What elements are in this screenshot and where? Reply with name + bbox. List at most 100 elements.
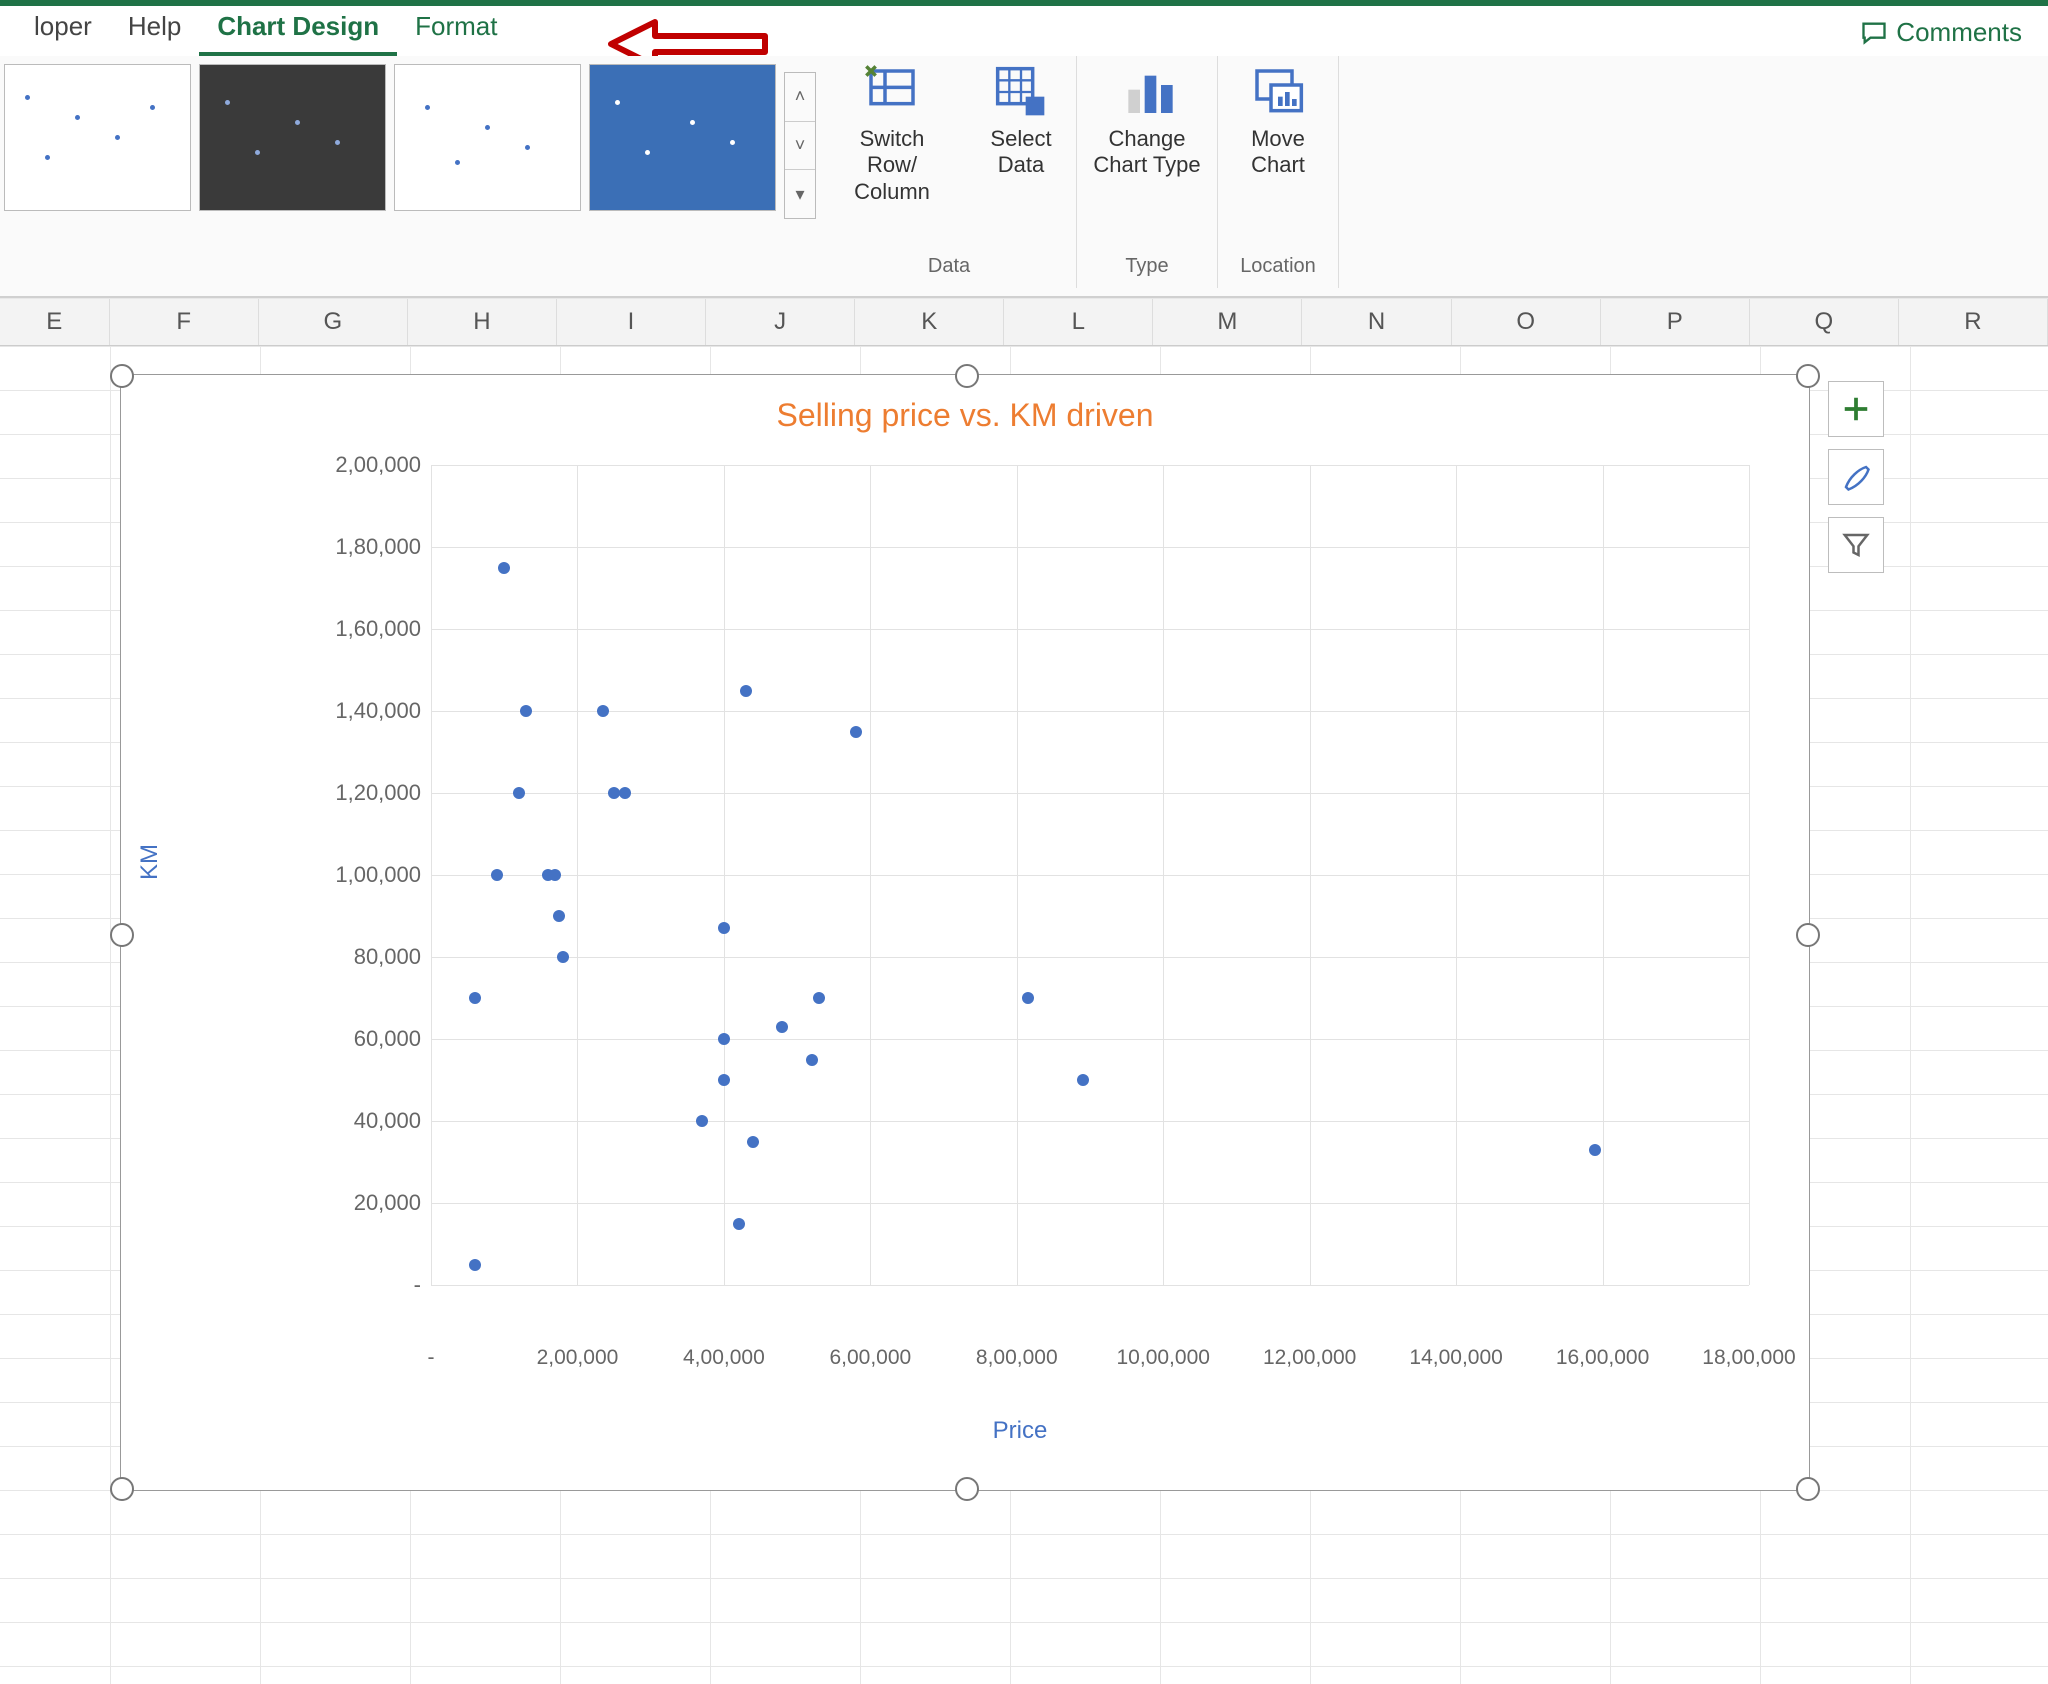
gallery-up-icon[interactable]: ˄ <box>785 73 815 122</box>
group-label-data: Data <box>928 255 970 284</box>
chart-elements-button[interactable] <box>1828 381 1884 437</box>
data-point[interactable] <box>553 910 565 922</box>
data-point[interactable] <box>619 787 631 799</box>
data-point[interactable] <box>498 562 510 574</box>
plot-area[interactable]: KM Price -20,00040,00060,00080,0001,00,0… <box>291 465 1749 1330</box>
chart-title[interactable]: Selling price vs. KM driven <box>121 397 1809 434</box>
group-label-location: Location <box>1240 255 1316 284</box>
ribbon-group-data: Switch Row/ Column Select Data Data <box>822 56 1077 288</box>
x-tick-label: 18,00,000 <box>1669 1346 1829 1370</box>
data-point[interactable] <box>1077 1074 1089 1086</box>
column-header[interactable]: E <box>0 299 110 345</box>
data-point[interactable] <box>491 869 503 881</box>
resize-handle[interactable] <box>110 923 134 947</box>
column-header[interactable]: J <box>706 299 855 345</box>
chart-object[interactable]: Selling price vs. KM driven KM Price - 20… <box>120 374 1810 1491</box>
x-tick-label: 2,00,000 <box>497 1346 657 1370</box>
x-tick-label: 12,00,000 <box>1230 1346 1390 1370</box>
x-tick-label: 14,00,000 <box>1376 1346 1536 1370</box>
ribbon-group-type: Change Chart Type Type <box>1077 56 1218 288</box>
data-point[interactable] <box>806 1054 818 1066</box>
y-tick-label: 20,000 <box>291 1190 421 1216</box>
column-header[interactable]: R <box>1899 299 2048 345</box>
x-tick-label: 8,00,000 <box>937 1346 1097 1370</box>
data-point[interactable] <box>1589 1144 1601 1156</box>
chart-style-thumb-3[interactable] <box>394 64 581 211</box>
ribbon-tabs: loper Help Chart Design Format Comments <box>0 6 2048 56</box>
data-point[interactable] <box>513 787 525 799</box>
data-point[interactable] <box>776 1021 788 1033</box>
data-point[interactable] <box>520 705 532 717</box>
resize-handle[interactable] <box>1796 923 1820 947</box>
resize-handle[interactable] <box>955 1477 979 1501</box>
y-tick-label: 1,60,000 <box>291 616 421 642</box>
data-point[interactable] <box>549 869 561 881</box>
data-point[interactable] <box>469 992 481 1004</box>
y-tick-label: 1,20,000 <box>291 780 421 806</box>
move-chart-button[interactable]: Move Chart <box>1228 64 1328 179</box>
data-point[interactable] <box>718 922 730 934</box>
column-header[interactable]: G <box>259 299 408 345</box>
change-chart-type-icon <box>1119 64 1175 120</box>
resize-handle[interactable] <box>110 364 134 388</box>
gallery-down-icon[interactable]: ˅ <box>785 122 815 171</box>
group-label-type: Type <box>1125 255 1168 284</box>
resize-handle[interactable] <box>110 1477 134 1501</box>
comments-button[interactable]: Comments <box>1850 9 2032 56</box>
column-header[interactable]: K <box>855 299 1004 345</box>
data-point[interactable] <box>718 1074 730 1086</box>
chart-style-thumb-4[interactable] <box>589 64 776 211</box>
chart-styles-gallery[interactable]: ˄ ˅ ▾ <box>4 56 822 262</box>
gallery-scroll[interactable]: ˄ ˅ ▾ <box>784 72 816 219</box>
column-header[interactable]: M <box>1153 299 1302 345</box>
y-tick-label: 80,000 <box>291 944 421 970</box>
column-header[interactable]: H <box>408 299 557 345</box>
data-point[interactable] <box>740 685 752 697</box>
chart-filter-button[interactable] <box>1828 517 1884 573</box>
gallery-more-icon[interactable]: ▾ <box>785 170 815 218</box>
data-point[interactable] <box>696 1115 708 1127</box>
y-tick-label: - <box>291 1272 421 1298</box>
y-tick-label: 40,000 <box>291 1108 421 1134</box>
resize-handle[interactable] <box>955 364 979 388</box>
select-data-button[interactable]: Select Data <box>976 64 1066 179</box>
data-point[interactable] <box>557 951 569 963</box>
resize-handle[interactable] <box>1796 1477 1820 1501</box>
column-header[interactable]: F <box>110 299 259 345</box>
chart-style-thumb-1[interactable] <box>4 64 191 211</box>
data-point[interactable] <box>747 1136 759 1148</box>
column-header[interactable]: O <box>1452 299 1601 345</box>
resize-handle[interactable] <box>1796 364 1820 388</box>
ribbon-group-location: Move Chart Location <box>1218 56 1339 288</box>
column-header[interactable]: N <box>1302 299 1451 345</box>
funnel-icon <box>1841 530 1871 560</box>
x-axis-label[interactable]: Price <box>291 1417 1749 1445</box>
tab-format[interactable]: Format <box>397 3 515 56</box>
column-header[interactable]: Q <box>1750 299 1899 345</box>
data-point[interactable] <box>469 1259 481 1271</box>
chart-style-thumb-2[interactable] <box>199 64 386 211</box>
data-point[interactable] <box>733 1218 745 1230</box>
x-tick-label: 6,00,000 <box>790 1346 950 1370</box>
worksheet-grid[interactable]: Selling price vs. KM driven KM Price - 20… <box>0 346 2048 1684</box>
tab-chart-design[interactable]: Chart Design <box>199 3 397 56</box>
data-point[interactable] <box>718 1033 730 1045</box>
comment-icon <box>1860 19 1888 47</box>
data-point[interactable] <box>597 705 609 717</box>
change-chart-type-button[interactable]: Change Chart Type <box>1087 64 1207 179</box>
brush-icon <box>1841 462 1871 492</box>
y-tick-label: 60,000 <box>291 1026 421 1052</box>
data-point[interactable] <box>813 992 825 1004</box>
tab-help[interactable]: Help <box>110 3 199 56</box>
switch-row-column-label: Switch Row/ Column <box>832 126 952 205</box>
y-axis-label[interactable]: KM <box>136 844 164 880</box>
column-header[interactable]: L <box>1004 299 1153 345</box>
tab-developer[interactable]: loper <box>16 3 110 56</box>
column-header[interactable]: P <box>1601 299 1750 345</box>
x-tick-label: - <box>351 1346 511 1370</box>
column-header[interactable]: I <box>557 299 706 345</box>
chart-styles-button[interactable] <box>1828 449 1884 505</box>
data-point[interactable] <box>850 726 862 738</box>
data-point[interactable] <box>1022 992 1034 1004</box>
switch-row-column-button[interactable]: Switch Row/ Column <box>832 64 952 205</box>
